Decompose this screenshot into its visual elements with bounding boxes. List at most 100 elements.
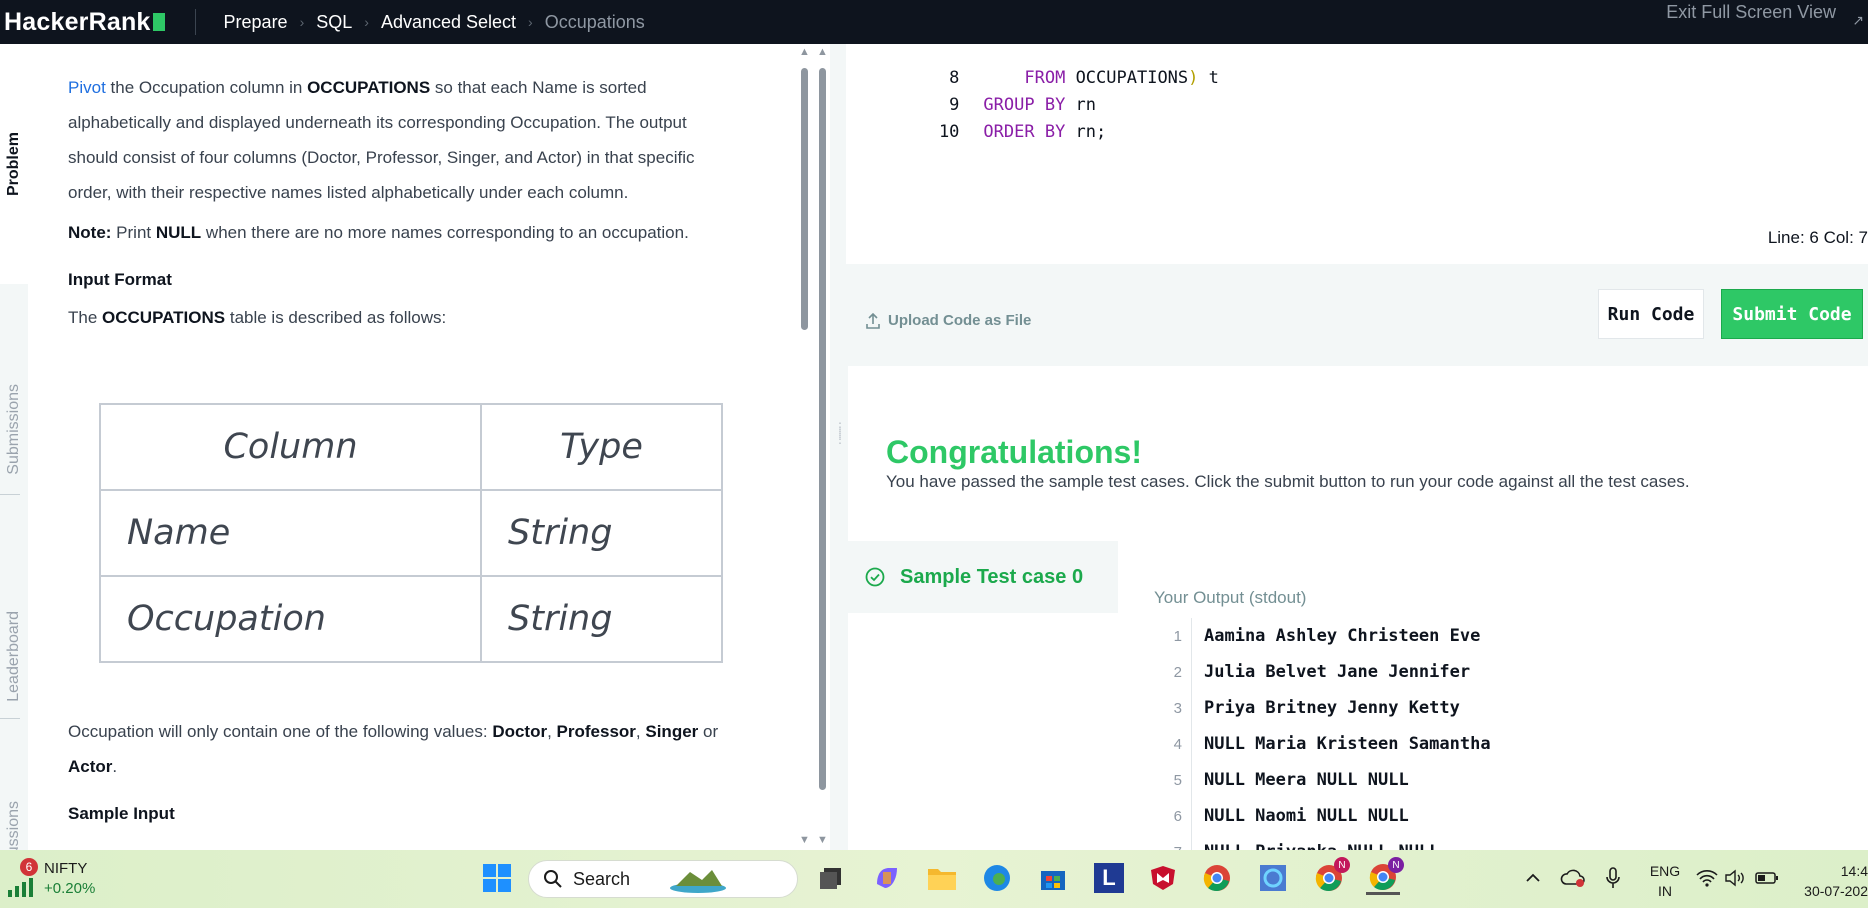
alexa-icon[interactable] <box>1256 861 1290 895</box>
text: so that each Name is sorted <box>430 78 647 97</box>
task-view-icon[interactable] <box>814 861 848 895</box>
tab-label: Leaderboard <box>5 611 22 702</box>
page-scrollbar[interactable]: ▲ ▼ <box>816 44 828 850</box>
output-line: 6 NULL Naomi NULL NULL <box>1154 798 1409 834</box>
profile-badge: N <box>1388 857 1404 873</box>
logo-text: HackerRank <box>4 7 151 36</box>
pivot-link[interactable]: Pivot <box>68 78 106 97</box>
top-navigation-bar: HackerRank Prepare › SQL › Advanced Sele… <box>0 0 1868 44</box>
windows-taskbar: 6 NIFTY +0.20% Search L N N ENG IN 14:4 … <box>0 850 1868 908</box>
windows-logo-icon <box>483 864 511 892</box>
cursor-position: Line: 6 Col: 7 <box>1767 228 1868 247</box>
table-cell: Occupation <box>99 575 482 663</box>
problem-description: Pivot the Occupation column in OCCUPATIO… <box>68 70 768 210</box>
tab-leaderboard[interactable]: Leaderboard <box>0 544 28 769</box>
output-line-number: 6 <box>1173 807 1182 825</box>
occupation-values-text: Occupation will only contain one of the … <box>68 714 768 784</box>
volume-icon[interactable] <box>1718 861 1752 895</box>
folder-icon <box>928 869 956 890</box>
text-bold: OCCUPATIONS <box>102 308 226 327</box>
output-line: 4 NULL Maria Kristeen Samantha <box>1154 726 1491 762</box>
clock-date: 30-07-202 <box>1804 883 1868 899</box>
vertical-tabs: Problem Submissions Leaderboard Discussi… <box>0 44 28 887</box>
onedrive-icon[interactable] <box>1556 861 1590 895</box>
store-icon[interactable] <box>1036 861 1070 895</box>
scrollbar-thumb[interactable] <box>819 68 826 790</box>
scroll-up-icon[interactable]: ▲ <box>799 46 810 58</box>
scroll-up-icon[interactable]: ▲ <box>817 46 828 58</box>
text: , <box>547 722 557 741</box>
stock-chart-icon <box>8 878 33 897</box>
upload-icon <box>866 312 880 329</box>
tab-label: Problem <box>5 131 22 196</box>
chevron-up-glyph <box>1526 873 1540 882</box>
battery-icon[interactable] <box>1750 861 1784 895</box>
chrome-profile-active-icon[interactable]: N <box>1366 857 1404 895</box>
tab-submissions[interactable]: Submissions <box>0 314 28 544</box>
scroll-down-icon[interactable]: ▼ <box>817 834 828 846</box>
output-line: 3 Priya Britney Jenny Ketty <box>1154 690 1460 726</box>
output-value: NULL Meera NULL NULL <box>1204 770 1409 790</box>
edge-browser-icon[interactable] <box>980 861 1014 895</box>
scrollbar-thumb[interactable] <box>801 68 808 330</box>
breadcrumb-sql[interactable]: SQL <box>316 12 352 33</box>
system-clock[interactable]: 14:4 30-07-202 <box>1798 861 1868 901</box>
code-workspace: 8 FROM OCCUPATIONS) t 9 GROUP BY rn 10 ORD… <box>846 44 1868 850</box>
divider <box>0 718 20 719</box>
text: or <box>698 722 719 741</box>
divider <box>194 9 196 35</box>
mcafee-icon[interactable] <box>1146 861 1180 895</box>
file-explorer-icon[interactable] <box>925 861 959 895</box>
output-value: Aamina Ashley Christeen Eve <box>1204 626 1481 646</box>
breadcrumb-prepare[interactable]: Prepare <box>224 12 288 33</box>
chrome-icon[interactable] <box>1200 861 1234 895</box>
app-l-icon[interactable]: L <box>1092 861 1126 895</box>
output-label: Your Output (stdout) <box>1154 588 1307 607</box>
text: Occupation will only contain one of the … <box>68 722 493 741</box>
output-line: 1 Aamina Ashley Christeen Eve <box>1154 618 1481 654</box>
copilot-icon[interactable] <box>870 861 904 895</box>
run-code-button[interactable]: Run Code <box>1598 289 1704 339</box>
code-token: t <box>1198 68 1219 88</box>
profile-badge: N <box>1334 857 1350 873</box>
speaker-glyph <box>1725 869 1744 887</box>
scroll-down-icon[interactable]: ▼ <box>799 834 810 846</box>
submit-code-button[interactable]: Submit Code <box>1721 289 1863 339</box>
microphone-icon[interactable] <box>1596 861 1630 895</box>
problem-scrollbar[interactable]: ▲ ▼ <box>798 44 810 850</box>
table-header-cell: Column <box>99 403 482 491</box>
paragraph-line: should consist of four columns (Doctor, … <box>68 148 695 167</box>
tab-problem[interactable]: Problem <box>0 44 28 284</box>
code-line[interactable]: 10 ORDER BY rn; <box>846 102 1106 142</box>
code-paren: ) <box>1188 68 1199 88</box>
problem-statement-panel: Pivot the Occupation column in OCCUPATIO… <box>28 44 798 850</box>
hackerrank-logo[interactable]: HackerRank <box>4 8 165 37</box>
panel-resize-handle[interactable]: ⋮⋮⋮⋮⋮⋮ <box>830 44 859 850</box>
code-editor[interactable]: 8 FROM OCCUPATIONS) t 9 GROUP BY rn 10 ORD… <box>846 44 1868 264</box>
nifty-widget[interactable]: 6 NIFTY +0.20% <box>6 858 126 900</box>
table-header-cell: Type <box>480 403 723 491</box>
text-bold: Singer <box>645 722 699 741</box>
chrome-profile-icon[interactable]: N <box>1312 857 1350 895</box>
test-results-panel: Congratulations! You have passed the sam… <box>848 366 1868 850</box>
cloud-icon <box>1560 869 1585 887</box>
exit-fullscreen-link[interactable]: Exit Full Screen View <box>1666 2 1836 23</box>
taskbar-search[interactable]: Search <box>528 860 798 898</box>
code-line[interactable]: 8 FROM OCCUPATIONS) t <box>846 48 1219 88</box>
output-value: Priya Britney Jenny Ketty <box>1204 698 1460 718</box>
text-bold: NULL <box>155 223 202 242</box>
code-keyword: ORDER BY <box>983 122 1066 142</box>
note-text: Note: Print NULL when there are no more … <box>68 215 768 250</box>
upload-code-button[interactable]: Upload Code as File <box>866 312 1031 329</box>
language-indicator[interactable]: ENG IN <box>1645 861 1685 901</box>
chevron-up-icon[interactable] <box>1516 861 1550 895</box>
output-line-number: 1 <box>1173 627 1182 645</box>
paragraph-line: Occupation will only contain one of the … <box>68 714 768 749</box>
tab-sample-test-case-0[interactable]: Sample Test case 0 <box>848 541 1118 613</box>
windows-start-icon[interactable] <box>480 861 514 895</box>
exit-fullscreen-icon[interactable]: ↗ <box>1852 12 1864 29</box>
text: The <box>68 308 103 327</box>
code-line[interactable]: 9 GROUP BY rn <box>846 75 1096 115</box>
breadcrumb-advanced-select[interactable]: Advanced Select <box>381 12 516 33</box>
store-bag-icon <box>1041 871 1065 890</box>
